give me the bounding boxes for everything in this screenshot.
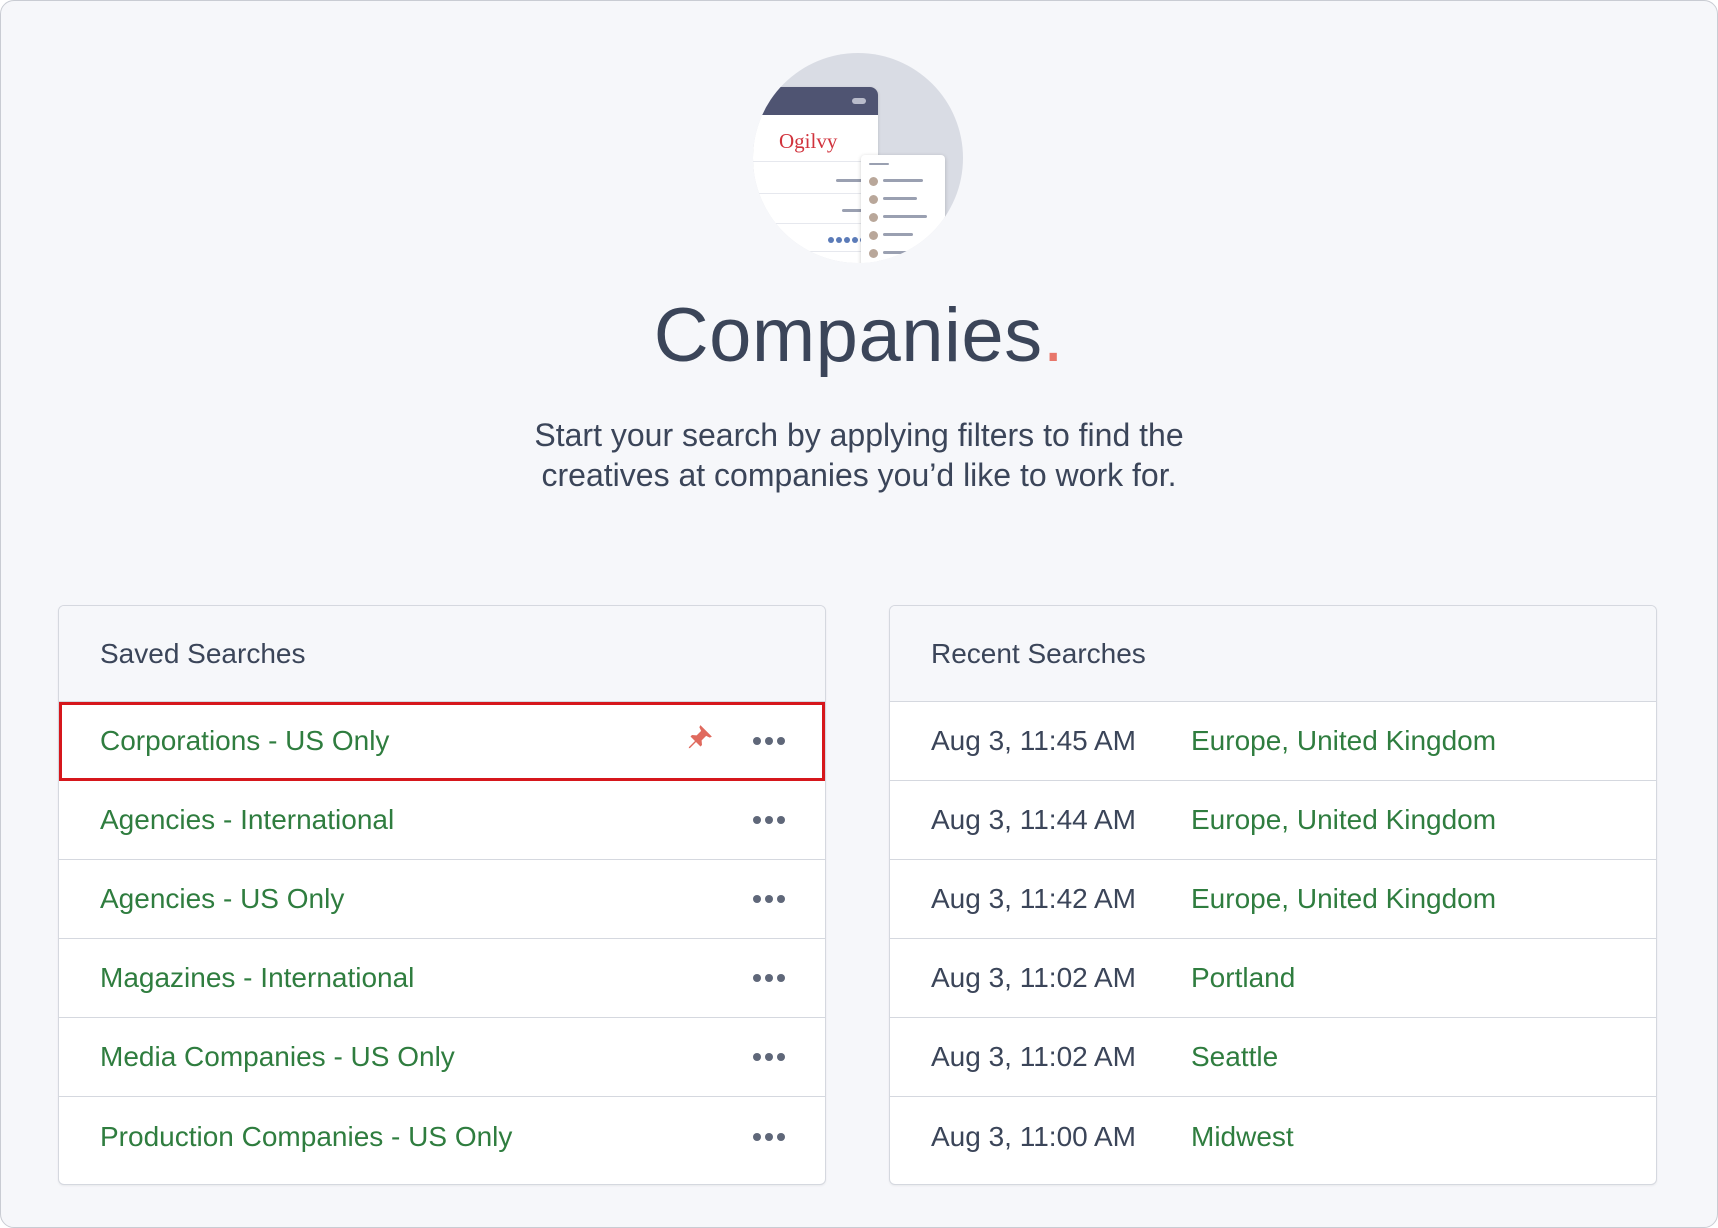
recent-search-time: Aug 3, 11:44 AM bbox=[931, 804, 1136, 835]
recent-searches-header: Recent Searches bbox=[890, 606, 1656, 702]
saved-search-link[interactable]: Production Companies - US Only bbox=[100, 1121, 512, 1153]
saved-search-row[interactable]: Agencies - US Only bbox=[59, 860, 825, 939]
more-options-icon[interactable] bbox=[753, 974, 785, 982]
recent-search-time: Aug 3, 11:42 AM bbox=[931, 883, 1136, 914]
recent-searches-panel: Recent Searches Aug 3, 11:45 AM Europe, … bbox=[889, 605, 1657, 1185]
title-accent-dot: . bbox=[1042, 293, 1065, 378]
recent-search-link[interactable]: Midwest bbox=[1191, 1121, 1294, 1153]
contacts-card-illustration bbox=[861, 155, 945, 263]
saved-search-row[interactable]: Corporations - US Only bbox=[59, 702, 825, 781]
recent-search-row[interactable]: Aug 3, 11:00 AM Midwest bbox=[890, 1097, 1656, 1176]
recent-search-row[interactable]: Aug 3, 11:44 AM Europe, United Kingdom bbox=[890, 781, 1656, 860]
recent-search-row[interactable]: Aug 3, 11:42 AM Europe, United Kingdom bbox=[890, 860, 1656, 939]
recent-search-row[interactable]: Aug 3, 11:45 AM Europe, United Kingdom bbox=[890, 702, 1656, 781]
saved-search-row[interactable]: Production Companies - US Only bbox=[59, 1097, 825, 1176]
recent-search-link[interactable]: Europe, United Kingdom bbox=[1191, 804, 1496, 836]
ogilvy-logo: Ogilvy bbox=[779, 129, 838, 153]
app-window: Ogilvy Companies. Start your search by a… bbox=[0, 0, 1718, 1228]
saved-search-link[interactable]: Media Companies - US Only bbox=[100, 1041, 455, 1073]
saved-search-link[interactable]: Magazines - International bbox=[100, 962, 414, 994]
more-options-icon[interactable] bbox=[753, 1132, 785, 1141]
page-subtitle: Start your search by applying filters to… bbox=[534, 417, 1184, 493]
saved-search-row[interactable]: Magazines - International bbox=[59, 939, 825, 1018]
recent-search-time: Aug 3, 11:02 AM bbox=[931, 1041, 1136, 1072]
saved-search-link[interactable]: Agencies - US Only bbox=[100, 883, 344, 915]
more-options-icon[interactable] bbox=[753, 895, 785, 903]
company-profile-illustration: Ogilvy bbox=[753, 53, 963, 263]
more-options-icon[interactable] bbox=[753, 737, 785, 745]
recent-search-time: Aug 3, 11:00 AM bbox=[931, 1120, 1136, 1152]
recent-search-time: Aug 3, 11:45 AM bbox=[931, 725, 1136, 756]
recent-search-row[interactable]: Aug 3, 11:02 AM Seattle bbox=[890, 1018, 1656, 1097]
recent-search-time: Aug 3, 11:02 AM bbox=[931, 962, 1136, 993]
saved-search-row[interactable]: Agencies - International bbox=[59, 781, 825, 860]
saved-search-link[interactable]: Corporations - US Only bbox=[100, 725, 389, 757]
recent-search-link[interactable]: Europe, United Kingdom bbox=[1191, 883, 1496, 915]
recent-search-link[interactable]: Portland bbox=[1191, 962, 1295, 994]
saved-search-row[interactable]: Media Companies - US Only bbox=[59, 1018, 825, 1097]
saved-searches-header: Saved Searches bbox=[59, 606, 825, 702]
recent-search-row[interactable]: Aug 3, 11:02 AM Portland bbox=[890, 939, 1656, 1018]
pin-icon[interactable] bbox=[685, 725, 715, 755]
page-title: Companies. bbox=[653, 293, 1065, 378]
recent-search-link[interactable]: Seattle bbox=[1191, 1041, 1278, 1073]
saved-search-link[interactable]: Agencies - International bbox=[100, 804, 394, 836]
company-card-illustration: Ogilvy bbox=[753, 87, 878, 263]
recent-search-link[interactable]: Europe, United Kingdom bbox=[1191, 725, 1496, 757]
saved-searches-panel: Saved Searches Corporations - US Only Ag… bbox=[58, 605, 826, 1185]
more-options-icon[interactable] bbox=[753, 1053, 785, 1061]
more-options-icon[interactable] bbox=[753, 816, 785, 824]
